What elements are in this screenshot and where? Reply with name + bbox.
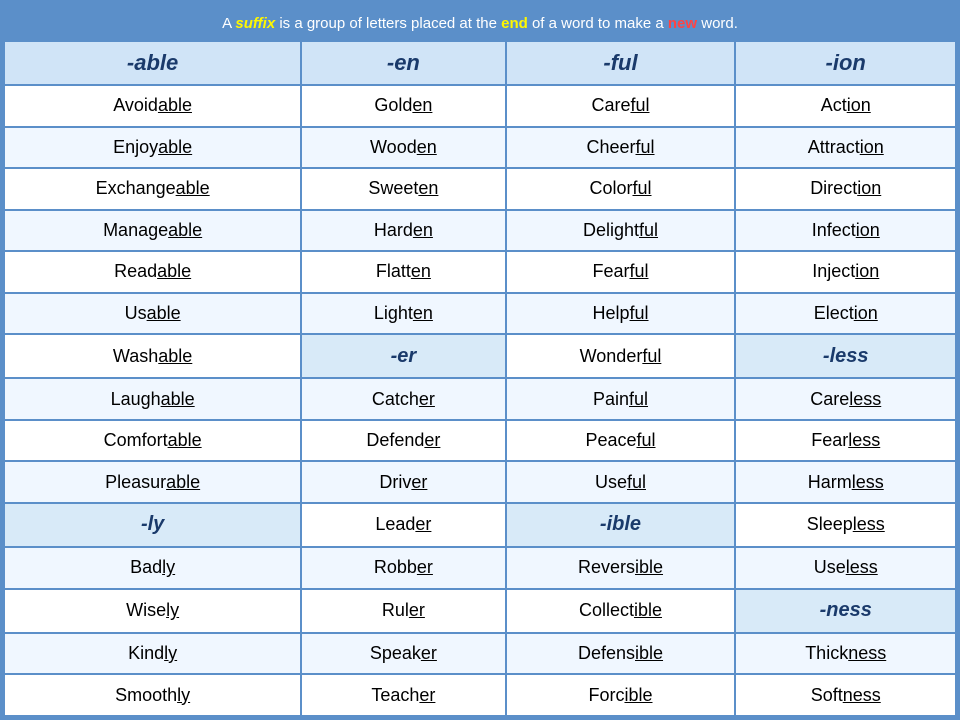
word-cell: Harmless <box>735 461 956 503</box>
word-cell: -less <box>735 334 956 378</box>
word-cell: Wonderful <box>506 334 736 378</box>
word-cell: Teacher <box>301 674 505 716</box>
table-row: WiselyRulerCollectible-ness <box>4 589 956 633</box>
word-cell: Helpful <box>506 293 736 335</box>
col-ful: -ful <box>506 41 736 85</box>
suffix-table: -able -en -ful -ion AvoidableGoldenCaref… <box>3 40 957 717</box>
word-cell: Wisely <box>4 589 301 633</box>
table-row: UsableLightenHelpfulElection <box>4 293 956 335</box>
table-row: ReadableFlattenFearfulInjection <box>4 251 956 293</box>
word-cell: Sweeten <box>301 168 505 210</box>
table-row: Washable-erWonderful-less <box>4 334 956 378</box>
word-cell: Softness <box>735 674 956 716</box>
word-cell: Thickness <box>735 633 956 675</box>
col-en: -en <box>301 41 505 85</box>
word-cell: Careless <box>735 378 956 420</box>
word-cell: Fearless <box>735 420 956 462</box>
header-subtitle: A suffix is a group of letters placed at… <box>222 15 738 32</box>
word-cell: Injection <box>735 251 956 293</box>
word-cell: -ness <box>735 589 956 633</box>
word-cell: Wooden <box>301 127 505 169</box>
word-cell: Laughable <box>4 378 301 420</box>
word-cell: Harden <box>301 210 505 252</box>
word-cell: Defensible <box>506 633 736 675</box>
word-cell: Delightful <box>506 210 736 252</box>
col-able: -able <box>4 41 301 85</box>
word-cell: Infection <box>735 210 956 252</box>
word-cell: Cheerful <box>506 127 736 169</box>
table-row: AvoidableGoldenCarefulAction <box>4 85 956 127</box>
word-cell: Manageable <box>4 210 301 252</box>
table-row: ExchangeableSweetenColorfulDirection <box>4 168 956 210</box>
word-cell: Exchangeable <box>4 168 301 210</box>
word-cell: Readable <box>4 251 301 293</box>
word-cell: Comfortable <box>4 420 301 462</box>
table-row: ComfortableDefenderPeacefulFearless <box>4 420 956 462</box>
table-row: BadlyRobberReversibleUseless <box>4 547 956 589</box>
word-cell: -ible <box>506 503 736 547</box>
word-cell: Fearful <box>506 251 736 293</box>
word-cell: Election <box>735 293 956 335</box>
word-cell: Useful <box>506 461 736 503</box>
word-cell: Avoidable <box>4 85 301 127</box>
table-row: EnjoyableWoodenCheerfulAttraction <box>4 127 956 169</box>
word-cell: Catcher <box>301 378 505 420</box>
word-cell: -er <box>301 334 505 378</box>
word-cell: Collectible <box>506 589 736 633</box>
word-cell: Attraction <box>735 127 956 169</box>
word-cell: Careful <box>506 85 736 127</box>
table-row: ManageableHardenDelightfulInfection <box>4 210 956 252</box>
word-cell: Leader <box>301 503 505 547</box>
word-cell: Reversible <box>506 547 736 589</box>
word-cell: Ruler <box>301 589 505 633</box>
word-cell: Speaker <box>301 633 505 675</box>
table-row: SmoothlyTeacherForcibleSoftness <box>4 674 956 716</box>
word-cell: -ly <box>4 503 301 547</box>
word-cell: Sleepless <box>735 503 956 547</box>
word-cell: Usable <box>4 293 301 335</box>
header: A suffix is a group of letters placed at… <box>3 3 957 40</box>
word-cell: Badly <box>4 547 301 589</box>
word-cell: Pleasurable <box>4 461 301 503</box>
word-cell: Action <box>735 85 956 127</box>
word-cell: Smoothly <box>4 674 301 716</box>
word-cell: Kindly <box>4 633 301 675</box>
col-ion: -ion <box>735 41 956 85</box>
word-cell: Colorful <box>506 168 736 210</box>
word-cell: Golden <box>301 85 505 127</box>
table-row: PleasurableDriverUsefulHarmless <box>4 461 956 503</box>
word-cell: Lighten <box>301 293 505 335</box>
word-cell: Washable <box>4 334 301 378</box>
word-cell: Robber <box>301 547 505 589</box>
table-row: -lyLeader-ibleSleepless <box>4 503 956 547</box>
table-row: KindlySpeakerDefensibleThickness <box>4 633 956 675</box>
word-cell: Direction <box>735 168 956 210</box>
word-cell: Flatten <box>301 251 505 293</box>
word-cell: Painful <box>506 378 736 420</box>
word-cell: Useless <box>735 547 956 589</box>
word-cell: Enjoyable <box>4 127 301 169</box>
table-header-row: -able -en -ful -ion <box>4 41 956 85</box>
word-cell: Defender <box>301 420 505 462</box>
word-cell: Peaceful <box>506 420 736 462</box>
word-cell: Driver <box>301 461 505 503</box>
word-cell: Forcible <box>506 674 736 716</box>
table-row: LaughableCatcherPainfulCareless <box>4 378 956 420</box>
table-container: -able -en -ful -ion AvoidableGoldenCaref… <box>3 40 957 717</box>
